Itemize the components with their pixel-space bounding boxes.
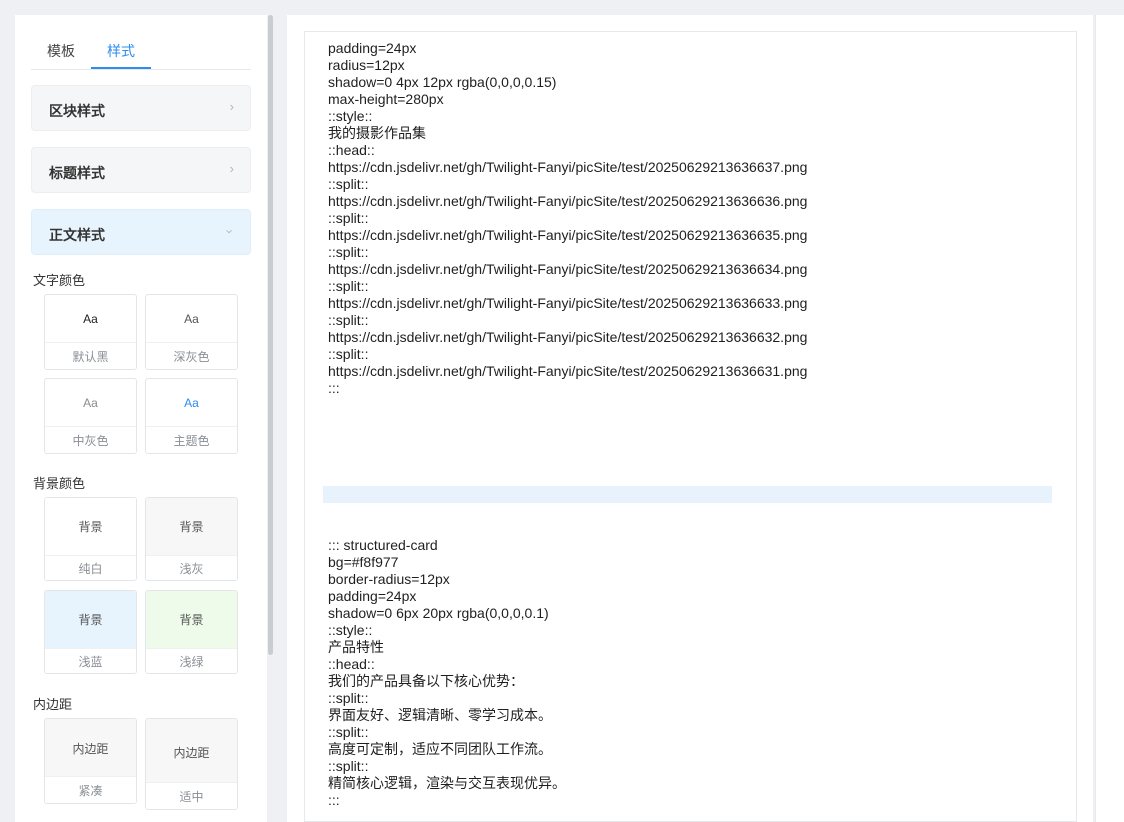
editor-line[interactable]: ::split::: [328, 724, 368, 741]
swatch-sample: 背景: [45, 591, 136, 648]
editor-line[interactable]: 我们的产品具备以下核心优势：: [328, 673, 524, 690]
editor-line[interactable]: ::split::: [328, 244, 368, 261]
editor-line[interactable]: 我的摄影作品集: [328, 125, 426, 142]
section-heading-style[interactable]: 标题样式 ›: [31, 147, 251, 193]
editor-line[interactable]: https://cdn.jsdelivr.net/gh/Twilight-Fan…: [328, 193, 807, 210]
editor-line[interactable]: ::split::: [328, 278, 368, 295]
markdown-editor[interactable]: padding=24px radius=12px shadow=0 4px 12px…: [304, 31, 1077, 822]
editor-line[interactable]: ::head::: [328, 142, 375, 159]
swatch-name: 深灰色: [146, 342, 237, 369]
text-color-option-mid-gray[interactable]: Aa 中灰色: [44, 378, 137, 454]
text-color-option-dark-gray[interactable]: Aa 深灰色: [145, 294, 238, 370]
editor-line[interactable]: https://cdn.jsdelivr.net/gh/Twilight-Fan…: [328, 329, 807, 346]
editor-line[interactable]: max-height=280px: [328, 91, 444, 108]
editor-line[interactable]: :::: [328, 380, 340, 397]
section-label: 标题样式: [49, 165, 105, 181]
bg-color-option-light-gray[interactable]: 背景 浅灰: [145, 497, 238, 581]
editor-line[interactable]: ::: structured-card: [328, 537, 438, 554]
editor-line[interactable]: ::split::: [328, 346, 368, 363]
bg-color-label: 背景颜色: [33, 476, 86, 491]
swatch-name: 紧凑: [45, 776, 136, 803]
chevron-right-icon: ›: [229, 161, 234, 176]
editor-line[interactable]: shadow=0 6px 20px rgba(0,0,0,0.1): [328, 605, 549, 622]
swatch-name: 中灰色: [45, 426, 136, 453]
swatch-name: 浅绿: [146, 648, 237, 673]
editor-line[interactable]: ::style::: [328, 108, 372, 125]
swatch-sample: Aa: [184, 396, 199, 410]
swatch-sample: 内边距: [146, 719, 237, 785]
swatch-name: 浅灰: [146, 555, 237, 580]
editor-line[interactable]: padding=24px: [328, 588, 416, 605]
editor-line[interactable]: ::split::: [328, 312, 368, 329]
swatch-sample: Aa: [83, 312, 98, 326]
editor-line[interactable]: bg=#f8f977: [328, 554, 398, 571]
editor-line[interactable]: https://cdn.jsdelivr.net/gh/Twilight-Fan…: [328, 159, 807, 176]
active-tab-indicator: [91, 67, 151, 69]
swatch-sample: 背景: [146, 498, 237, 555]
section-body-style[interactable]: 正文样式 ›: [31, 209, 251, 255]
chevron-right-icon: ›: [229, 99, 234, 114]
swatch-sample: 内边距: [45, 719, 136, 777]
padding-option-medium[interactable]: 内边距 适中: [145, 718, 238, 810]
editor-line[interactable]: ::head::: [328, 656, 375, 673]
swatch-name: 默认黑: [45, 342, 136, 369]
swatch-name: 浅蓝: [45, 648, 136, 673]
editor-line[interactable]: :::: [328, 792, 340, 809]
editor-line[interactable]: https://cdn.jsdelivr.net/gh/Twilight-Fan…: [328, 227, 807, 244]
editor-line[interactable]: ::split::: [328, 758, 368, 775]
swatch-sample: Aa: [83, 396, 98, 410]
panel-tabs: 模板 样式: [31, 35, 251, 70]
text-color-label: 文字颜色: [33, 273, 86, 288]
editor-line[interactable]: 高度可定制，适应不同团队工作流。: [328, 741, 552, 758]
swatch-name: 纯白: [45, 555, 136, 580]
swatch-name: 主题色: [146, 426, 237, 453]
editor-line[interactable]: https://cdn.jsdelivr.net/gh/Twilight-Fan…: [328, 295, 807, 312]
chevron-down-icon: ›: [222, 229, 238, 234]
editor-line[interactable]: 界面友好、逻辑清晰、零学习成本。: [328, 707, 552, 724]
bg-color-option-light-green[interactable]: 背景 浅绿: [145, 590, 238, 674]
padding-option-compact[interactable]: 内边距 紧凑: [44, 718, 137, 804]
current-line-highlight: [323, 486, 1052, 503]
swatch-sample: 背景: [146, 591, 237, 648]
editor-line[interactable]: padding=24px: [328, 40, 416, 57]
text-color-option-theme[interactable]: Aa 主题色: [145, 378, 238, 454]
editor-line[interactable]: 精简核心逻辑，渲染与交互表现优异。: [328, 775, 566, 792]
editor-line[interactable]: 产品特性: [328, 639, 384, 656]
swatch-sample: 背景: [45, 498, 136, 555]
editor-line[interactable]: ::split::: [328, 690, 368, 707]
section-label: 区块样式: [49, 103, 105, 119]
editor-line[interactable]: ::split::: [328, 176, 368, 193]
bg-color-option-white[interactable]: 背景 纯白: [44, 497, 137, 581]
padding-label: 内边距: [33, 697, 73, 712]
tab-styles[interactable]: 样式: [107, 41, 135, 61]
swatch-name: 适中: [146, 782, 237, 809]
swatch-sample: Aa: [184, 312, 199, 326]
text-color-option-default-black[interactable]: Aa 默认黑: [44, 294, 137, 370]
section-block-style[interactable]: 区块样式 ›: [31, 85, 251, 131]
editor-line[interactable]: https://cdn.jsdelivr.net/gh/Twilight-Fan…: [328, 261, 807, 278]
panel-scrollbar[interactable]: [268, 15, 273, 655]
section-label: 正文样式: [49, 227, 105, 243]
tab-templates[interactable]: 模板: [47, 41, 75, 61]
bg-color-option-light-blue[interactable]: 背景 浅蓝: [44, 590, 137, 674]
editor-line[interactable]: ::style::: [328, 622, 372, 639]
editor-line[interactable]: ::split::: [328, 210, 368, 227]
editor-line[interactable]: shadow=0 4px 12px rgba(0,0,0,0.15): [328, 74, 556, 91]
editor-line[interactable]: border-radius=12px: [328, 571, 450, 588]
editor-line[interactable]: https://cdn.jsdelivr.net/gh/Twilight-Fan…: [328, 363, 807, 380]
preview-panel-edge: [1095, 15, 1124, 822]
editor-line[interactable]: radius=12px: [328, 57, 405, 74]
